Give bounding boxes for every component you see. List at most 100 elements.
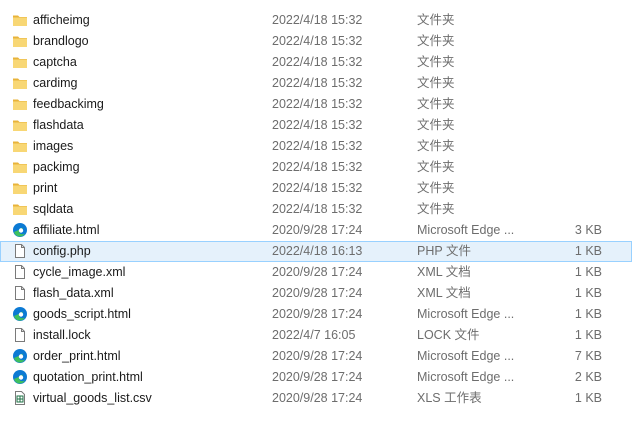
file-type: 文件夹: [417, 97, 455, 111]
folder-icon: [12, 159, 28, 175]
folder-icon: [12, 117, 28, 133]
file-type: 文件夹: [417, 118, 455, 132]
file-size: [540, 73, 602, 94]
file-size: 1 KB: [574, 391, 602, 405]
file-row[interactable]: cardimg 2022/4/18 15:32 文件夹: [0, 73, 632, 94]
file-name: sqldata: [33, 202, 74, 216]
file-row[interactable]: goods_script.html 2020/9/28 17:24 Microsof…: [0, 304, 632, 325]
file-size: 1 KB: [574, 307, 602, 321]
edge-html-icon: [12, 222, 28, 238]
file-row[interactable]: order_print.html 2020/9/28 17:24 Microsoft…: [0, 346, 632, 367]
file-size: [540, 94, 602, 115]
file-list: afficheimg 2022/4/18 15:32 文件夹 brandlogo 202…: [0, 0, 632, 439]
folder-icon: [12, 138, 28, 154]
file-size: 2 KB: [574, 370, 602, 384]
file-row[interactable]: quotation_print.html 2020/9/28 17:24 Micro…: [0, 367, 632, 388]
file-type: Microsoft Edge ...: [417, 223, 515, 237]
folder-icon: [12, 12, 28, 28]
file-name: captcha: [33, 55, 77, 69]
spreadsheet-icon: [12, 390, 28, 406]
file-size: 3 KB: [574, 223, 602, 237]
file-modified-date: 2020/9/28 17:24: [272, 307, 363, 321]
file-row[interactable]: install.lock 2022/4/7 16:05 LOCK 文件 1 KB: [0, 325, 632, 346]
file-name: print: [33, 181, 58, 195]
file-type: 文件夹: [417, 202, 455, 216]
file-name: flashdata: [33, 118, 84, 132]
file-modified-date: 2022/4/18 15:32: [272, 55, 363, 69]
file-size: 1 KB: [574, 286, 602, 300]
file-name: quotation_print.html: [33, 370, 143, 384]
file-size: [540, 31, 602, 52]
file-type: LOCK 文件: [417, 328, 480, 342]
file-modified-date: 2022/4/7 16:05: [272, 328, 356, 342]
file-name: cardimg: [33, 76, 78, 90]
file-row[interactable]: virtual_goods_list.csv 2020/9/28 17:24 XLS…: [0, 388, 632, 409]
file-name: order_print.html: [33, 349, 121, 363]
file-row[interactable]: packimg 2022/4/18 15:32 文件夹: [0, 157, 632, 178]
file-type: XML 文档: [417, 265, 471, 279]
file-row[interactable]: flashdata 2022/4/18 15:32 文件夹: [0, 115, 632, 136]
file-modified-date: 2020/9/28 17:24: [272, 286, 363, 300]
file-name: config.php: [33, 244, 91, 258]
file-modified-date: 2022/4/18 15:32: [272, 76, 363, 90]
file-type: 文件夹: [417, 139, 455, 153]
file-size: 1 KB: [574, 265, 602, 279]
file-name: affiliate.html: [33, 223, 100, 237]
file-row[interactable]: print 2022/4/18 15:32 文件夹: [0, 178, 632, 199]
file-modified-date: 2020/9/28 17:24: [272, 391, 363, 405]
file-size: [540, 52, 602, 73]
file-name: feedbackimg: [33, 97, 104, 111]
file-type: Microsoft Edge ...: [417, 349, 515, 363]
file-type: 文件夹: [417, 76, 455, 90]
file-type: Microsoft Edge ...: [417, 370, 515, 384]
file-row[interactable]: captcha 2022/4/18 15:32 文件夹: [0, 52, 632, 73]
folder-icon: [12, 75, 28, 91]
file-size: 7 KB: [574, 349, 602, 363]
file-modified-date: 2022/4/18 15:32: [272, 13, 363, 27]
file-type: PHP 文件: [417, 244, 471, 258]
file-type: 文件夹: [417, 55, 455, 69]
file-name: flash_data.xml: [33, 286, 114, 300]
file-modified-date: 2022/4/18 15:32: [272, 160, 363, 174]
file-size: [540, 115, 602, 136]
file-icon: [12, 243, 28, 259]
edge-html-icon: [12, 369, 28, 385]
file-icon: [12, 327, 28, 343]
file-name: brandlogo: [33, 34, 89, 48]
file-modified-date: 2022/4/18 15:32: [272, 118, 363, 132]
file-row[interactable]: sqldata 2022/4/18 15:32 文件夹: [0, 199, 632, 220]
file-row[interactable]: images 2022/4/18 15:32 文件夹: [0, 136, 632, 157]
file-row[interactable]: config.php 2022/4/18 16:13 PHP 文件 1 KB: [0, 241, 632, 262]
file-size: [540, 178, 602, 199]
file-modified-date: 2022/4/18 15:32: [272, 202, 363, 216]
file-icon: [12, 285, 28, 301]
file-name: packimg: [33, 160, 80, 174]
file-row[interactable]: feedbackimg 2022/4/18 15:32 文件夹: [0, 94, 632, 115]
file-modified-date: 2022/4/18 16:13: [272, 244, 363, 258]
file-name: cycle_image.xml: [33, 265, 126, 279]
file-name: virtual_goods_list.csv: [33, 391, 152, 405]
file-modified-date: 2020/9/28 17:24: [272, 370, 363, 384]
file-modified-date: 2022/4/18 15:32: [272, 34, 363, 48]
file-type: 文件夹: [417, 181, 455, 195]
file-modified-date: 2022/4/18 15:32: [272, 139, 363, 153]
edge-html-icon: [12, 306, 28, 322]
file-size: [540, 199, 602, 220]
file-row[interactable]: flash_data.xml 2020/9/28 17:24 XML 文档 1 KB: [0, 283, 632, 304]
folder-icon: [12, 54, 28, 70]
file-name: images: [33, 139, 74, 153]
file-size: 1 KB: [574, 328, 602, 342]
file-row[interactable]: affiliate.html 2020/9/28 17:24 Microsoft E…: [0, 220, 632, 241]
file-name: afficheimg: [33, 13, 90, 27]
folder-icon: [12, 96, 28, 112]
file-size: [540, 136, 602, 157]
file-modified-date: 2020/9/28 17:24: [272, 265, 363, 279]
file-type: XML 文档: [417, 286, 471, 300]
file-row[interactable]: afficheimg 2022/4/18 15:32 文件夹: [0, 10, 632, 31]
folder-icon: [12, 33, 28, 49]
file-modified-date: 2022/4/18 15:32: [272, 181, 363, 195]
file-row[interactable]: cycle_image.xml 2020/9/28 17:24 XML 文档 1 KB: [0, 262, 632, 283]
file-row[interactable]: brandlogo 2022/4/18 15:32 文件夹: [0, 31, 632, 52]
file-size: [540, 157, 602, 178]
file-size: 1 KB: [574, 244, 602, 258]
